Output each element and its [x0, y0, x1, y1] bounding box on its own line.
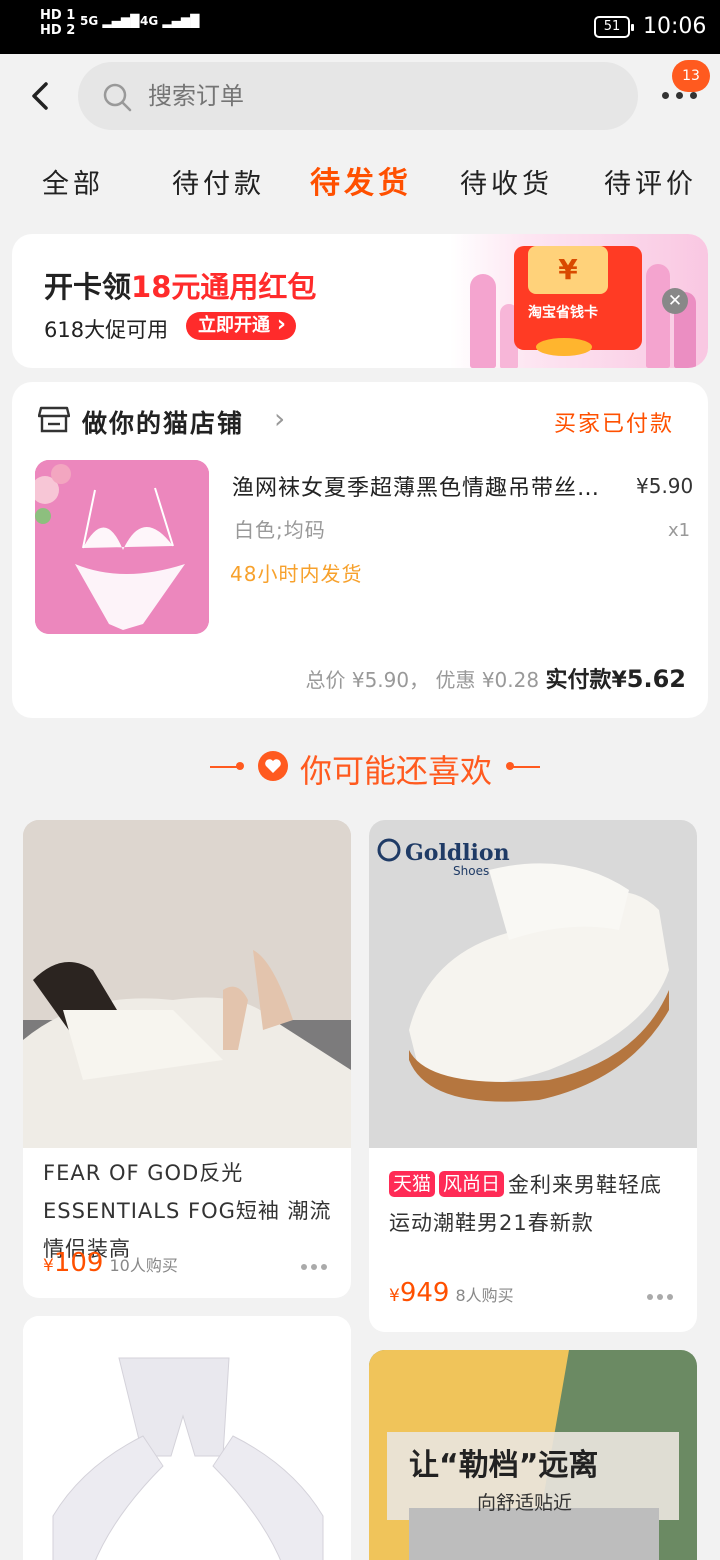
card-label: 淘宝省钱卡	[528, 305, 598, 321]
order-tabs: 全部 待付款 待发货 待收货 待评价	[0, 162, 720, 212]
shop-name[interactable]: 做你的猫店铺	[82, 404, 244, 440]
heart-icon	[258, 751, 288, 781]
product-card[interactable]: Goldlion Shoes 天猫 风尚日 金利来男鞋轻底运动潮鞋男21春新款 ¥9…	[369, 820, 697, 1332]
signal-5g: 5G ▂▄▆█	[80, 14, 140, 28]
fashion-day-tag: 风尚日	[439, 1171, 505, 1197]
notification-badge: 13	[672, 60, 710, 92]
product-price: ¥949 8人购买	[389, 1278, 514, 1308]
network-indicator: HD 1 HD 2	[40, 8, 75, 38]
order-totals: 总价 ¥5.90， 优惠 ¥0.28 实付款¥5.62	[305, 665, 686, 693]
product-card[interactable]: FEAR OF GOD反光ESSENTIALS FOG短袖 潮流情侣装高 ¥10…	[23, 820, 351, 1298]
product-image[interactable]	[23, 820, 351, 1148]
battery-icon: 51	[594, 16, 634, 38]
paid-currency: ¥	[611, 668, 627, 693]
product-card[interactable]: 让“勒档”远离 向舒适贴近	[369, 1350, 697, 1560]
product-price: ¥109 10人购买	[43, 1248, 178, 1278]
discount-label: 优惠	[435, 668, 476, 692]
product-image[interactable]	[369, 820, 697, 1148]
recommend-title: 你可能还喜欢	[300, 752, 493, 790]
open-now-button[interactable]: 立即开通	[186, 311, 296, 340]
hd1-label: HD 1	[40, 8, 76, 23]
product-sku: 白色;均码	[234, 518, 326, 542]
ad-subtitle: 向舒适贴近	[477, 1492, 573, 1514]
order-card[interactable]: 做你的猫店铺 › 买家已付款 渔网袜女夏季超薄黑色情趣吊带丝袜性感 ¥5.90 …	[12, 382, 708, 718]
sold-count: 8人购买	[455, 1286, 514, 1305]
product-title[interactable]: 渔网袜女夏季超薄黑色情趣吊带丝袜性感	[232, 470, 612, 502]
chevron-left-icon	[32, 82, 48, 110]
sold-count: 10人购买	[109, 1256, 178, 1275]
paid-label: 实付款	[545, 668, 612, 693]
tmall-tag: 天猫	[389, 1171, 436, 1197]
product-quantity: x1	[668, 520, 691, 541]
brand-sub: Shoes	[453, 864, 490, 878]
ad-title: 让“勒档”远离	[409, 1448, 599, 1483]
hd2-label: HD 2	[40, 23, 76, 38]
banner-subtitle: 618大促可用	[44, 318, 169, 342]
header: 13 全部 待付款 待发货 待收货 待评价	[0, 54, 720, 216]
product-image[interactable]	[23, 1316, 351, 1560]
search-bar[interactable]	[78, 62, 638, 130]
tab-pending-shipment[interactable]: 待发货	[310, 158, 412, 202]
promo-banner[interactable]: 开卡领18元通用红包 618大促可用 立即开通 ¥ 淘宝省钱卡 ✕	[12, 234, 708, 368]
coin-icon	[536, 338, 592, 356]
signal-4g: 4G ▂▄▆█	[140, 14, 200, 28]
total-value: ¥5.90	[351, 668, 410, 692]
search-input[interactable]	[148, 74, 608, 118]
banner-title: 开卡领18元通用红包	[44, 270, 317, 304]
tab-pending-payment[interactable]: 待付款	[172, 162, 265, 201]
shipping-promise: 48小时内发货	[230, 562, 363, 586]
search-icon	[103, 83, 132, 112]
more-dots-icon	[662, 92, 669, 99]
more-options-icon[interactable]	[647, 1294, 675, 1302]
product-thumbnail[interactable]	[35, 460, 209, 634]
paid-value: 5.62	[626, 665, 686, 693]
money-card-icon: ¥ 淘宝省钱卡	[514, 246, 642, 350]
more-options-icon[interactable]	[301, 1264, 329, 1272]
yen-symbol: ¥	[528, 246, 608, 294]
recommend-header: 你可能还喜欢	[0, 740, 720, 792]
clock: 10:06	[643, 14, 707, 39]
discount-value: ¥0.28	[481, 668, 540, 692]
product-card[interactable]	[23, 1316, 351, 1560]
status-bar: HD 1 HD 2 5G ▂▄▆█ 4G ▂▄▆█ 51 10:06	[0, 0, 720, 54]
tab-pending-receipt[interactable]: 待收货	[460, 162, 553, 201]
close-banner-button[interactable]: ✕	[662, 288, 688, 314]
brand-logo: Goldlion	[405, 840, 510, 866]
product-price: ¥5.90	[636, 474, 694, 498]
back-button[interactable]	[26, 78, 58, 114]
product-name[interactable]: 天猫 风尚日 金利来男鞋轻底运动潮鞋男21春新款	[389, 1166, 681, 1242]
shop-icon	[38, 406, 70, 433]
chevron-right-icon: ›	[274, 402, 286, 435]
total-label: 总价	[305, 668, 346, 692]
order-status: 买家已付款	[554, 412, 675, 437]
tab-all[interactable]: 全部	[42, 162, 104, 201]
tab-pending-review[interactable]: 待评价	[604, 162, 697, 201]
